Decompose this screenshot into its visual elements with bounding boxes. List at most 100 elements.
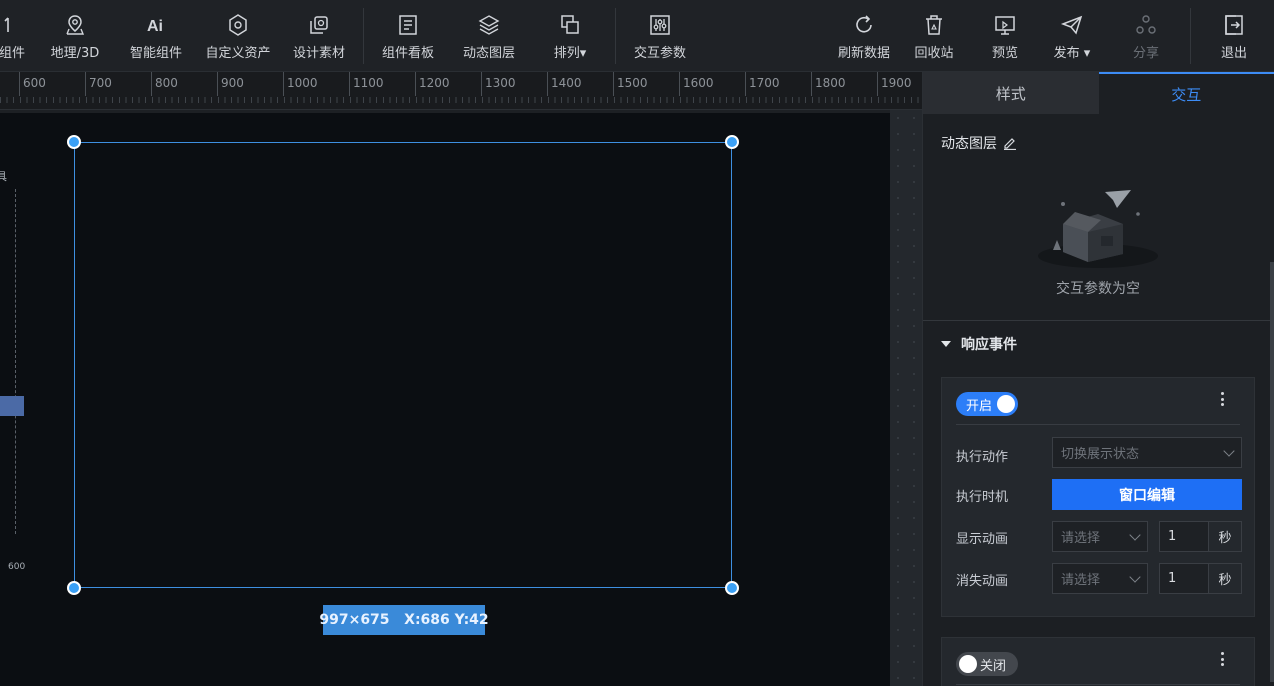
toolbar-share-button[interactable]: 分享 xyxy=(1124,0,1168,72)
toolbar-divider xyxy=(615,8,616,64)
card-divider xyxy=(956,684,1240,685)
component-icon xyxy=(4,17,9,32)
toolbar-custom-assets-button[interactable]: 自定义资产 xyxy=(202,0,274,72)
exit-icon xyxy=(1225,15,1243,35)
hexagon-icon xyxy=(229,14,247,36)
toolbar-refresh-data-button[interactable]: 刷新数据 xyxy=(834,0,894,72)
ruler-tick: 1100 xyxy=(349,72,384,96)
material-icon xyxy=(310,16,328,34)
toolbar-label: 交互参数 xyxy=(633,46,686,61)
ruler-tick: 1400 xyxy=(547,72,582,96)
toolbar-publish-button[interactable]: 发布 ▾ xyxy=(1046,0,1098,72)
panel-tabs: 样式 交互 xyxy=(923,72,1274,114)
panel-scrollbar[interactable] xyxy=(1270,262,1274,682)
show-anim-select[interactable]: 请选择 xyxy=(1052,521,1148,552)
show-anim-label: 显示动画 xyxy=(956,532,1009,547)
resize-handle-top-left[interactable] xyxy=(67,135,81,149)
design-canvas[interactable]: 具 600 997×675 X:686 Y:42 xyxy=(0,113,890,686)
map-pin-icon xyxy=(66,15,85,35)
more-options-icon[interactable] xyxy=(1216,390,1228,408)
layer-title: 动态图层 xyxy=(941,136,997,152)
exec-timing-label: 执行时机 xyxy=(956,490,1009,505)
toolbar-label: 排列▾ xyxy=(553,46,587,61)
ruler-tick: 800 xyxy=(151,72,178,96)
toolbar-components-button[interactable]: 组件 xyxy=(0,0,32,72)
layer-title-row: 动态图层 xyxy=(941,133,1017,153)
refresh-icon xyxy=(856,15,872,33)
panel-divider xyxy=(923,320,1274,321)
toolbar-label: 智能组件 xyxy=(129,46,182,61)
event-enable-switch[interactable]: 关闭 xyxy=(956,652,1018,676)
sliders-icon xyxy=(650,15,670,35)
toolbar-component-board-button[interactable]: 组件看板 xyxy=(378,0,438,72)
ruler-tick: 1700 xyxy=(745,72,780,96)
toolbar-smart-components-button[interactable]: Ai 智能组件 xyxy=(124,0,188,72)
edge-text: 具 xyxy=(0,170,7,183)
toolbar-label: 设计素材 xyxy=(292,46,345,61)
canvas-area: 具 600 997×675 X:686 Y:42 xyxy=(0,110,922,686)
partial-component[interactable] xyxy=(0,396,24,416)
resize-handle-bottom-right[interactable] xyxy=(725,581,739,595)
toolbar-interaction-params-button[interactable]: 交互参数 xyxy=(630,0,690,72)
toolbar-label: 自定义资产 xyxy=(205,46,271,61)
show-anim-unit: 秒 xyxy=(1209,521,1242,552)
more-options-icon[interactable] xyxy=(1216,650,1228,668)
empty-params-text: 交互参数为空 xyxy=(1056,281,1140,297)
selection-size-tag: 997×675 X:686 Y:42 xyxy=(319,605,489,635)
tab-style[interactable]: 样式 xyxy=(923,72,1099,114)
ruler-minor-ticks xyxy=(0,97,922,103)
ruler-tick: 1200 xyxy=(415,72,450,96)
hide-anim-select[interactable]: 请选择 xyxy=(1052,563,1148,594)
toolbar-label: 组件看板 xyxy=(381,46,434,61)
toolbar-exit-button[interactable]: 退出 xyxy=(1212,0,1256,72)
selected-component-frame[interactable] xyxy=(74,142,732,588)
share-icon xyxy=(1136,15,1156,34)
card-divider xyxy=(956,424,1240,425)
horizontal-ruler: 600 700 800 900 1000 1100 1200 1300 1400… xyxy=(0,72,922,110)
chevron-down-icon xyxy=(1129,529,1141,541)
layers-icon xyxy=(478,15,500,35)
top-toolbar: 组件 地理/3D Ai 智能组件 自定义资产 设计素材 组件看板 动态图层 排列… xyxy=(0,0,1274,72)
toolbar-divider xyxy=(363,8,364,64)
switch-knob xyxy=(997,395,1015,413)
response-events-toggle[interactable]: 响应事件 xyxy=(941,334,1017,354)
exec-action-label: 执行动作 xyxy=(956,450,1009,465)
show-anim-duration-input[interactable]: 1 xyxy=(1159,521,1209,552)
toolbar-label: 地理/3D xyxy=(50,46,100,61)
toolbar-geo3d-button[interactable]: 地理/3D xyxy=(46,0,104,72)
chevron-down-icon xyxy=(1129,571,1141,583)
toolbar-design-material-button[interactable]: 设计素材 xyxy=(289,0,349,72)
toolbar-preview-button[interactable]: 预览 xyxy=(984,0,1026,72)
show-anim-placeholder: 请选择 xyxy=(1061,531,1101,546)
event-card: 开启 执行动作 切换展示状态 执行时机 窗口编辑 显示动画 请选择 1 秒 消失… xyxy=(941,377,1255,617)
event-card: 关闭 xyxy=(941,637,1255,686)
ruler-tick: 1500 xyxy=(613,72,648,96)
switch-label: 关闭 xyxy=(980,658,1007,674)
toolbar-label: 退出 xyxy=(1220,46,1247,61)
ruler-tick: 1900 xyxy=(877,72,912,96)
toolbar-label: 组件 xyxy=(0,46,25,61)
ai-icon: Ai xyxy=(147,18,163,35)
exec-action-placeholder: 切换展示状态 xyxy=(1061,447,1140,462)
monitor-icon xyxy=(995,16,1015,35)
toolbar-recycle-bin-button[interactable]: 回收站 xyxy=(910,0,958,72)
response-events-title: 响应事件 xyxy=(961,337,1017,353)
tab-interaction[interactable]: 交互 xyxy=(1098,72,1274,114)
ruler-tick: 1600 xyxy=(679,72,714,96)
toolbar-dynamic-layer-button[interactable]: 动态图层 xyxy=(459,0,519,72)
edit-pencil-icon[interactable] xyxy=(1003,136,1017,150)
collapse-triangle-icon xyxy=(941,341,951,347)
toolbar-label: 发布 ▾ xyxy=(1053,46,1091,61)
send-icon xyxy=(1060,15,1083,35)
hide-anim-duration-input[interactable]: 1 xyxy=(1159,563,1209,594)
window-edit-button[interactable]: 窗口编辑 xyxy=(1052,479,1242,510)
toolbar-arrange-button[interactable]: 排列▾ xyxy=(546,0,594,72)
exec-action-select[interactable]: 切换展示状态 xyxy=(1052,437,1242,468)
toolbar-divider xyxy=(1190,8,1191,64)
resize-handle-top-right[interactable] xyxy=(725,135,739,149)
ruler-tick: 1800 xyxy=(811,72,846,96)
hide-anim-unit: 秒 xyxy=(1209,563,1242,594)
event-enable-switch[interactable]: 开启 xyxy=(956,392,1018,416)
vertical-guide-line xyxy=(15,189,16,534)
resize-handle-bottom-left[interactable] xyxy=(67,581,81,595)
